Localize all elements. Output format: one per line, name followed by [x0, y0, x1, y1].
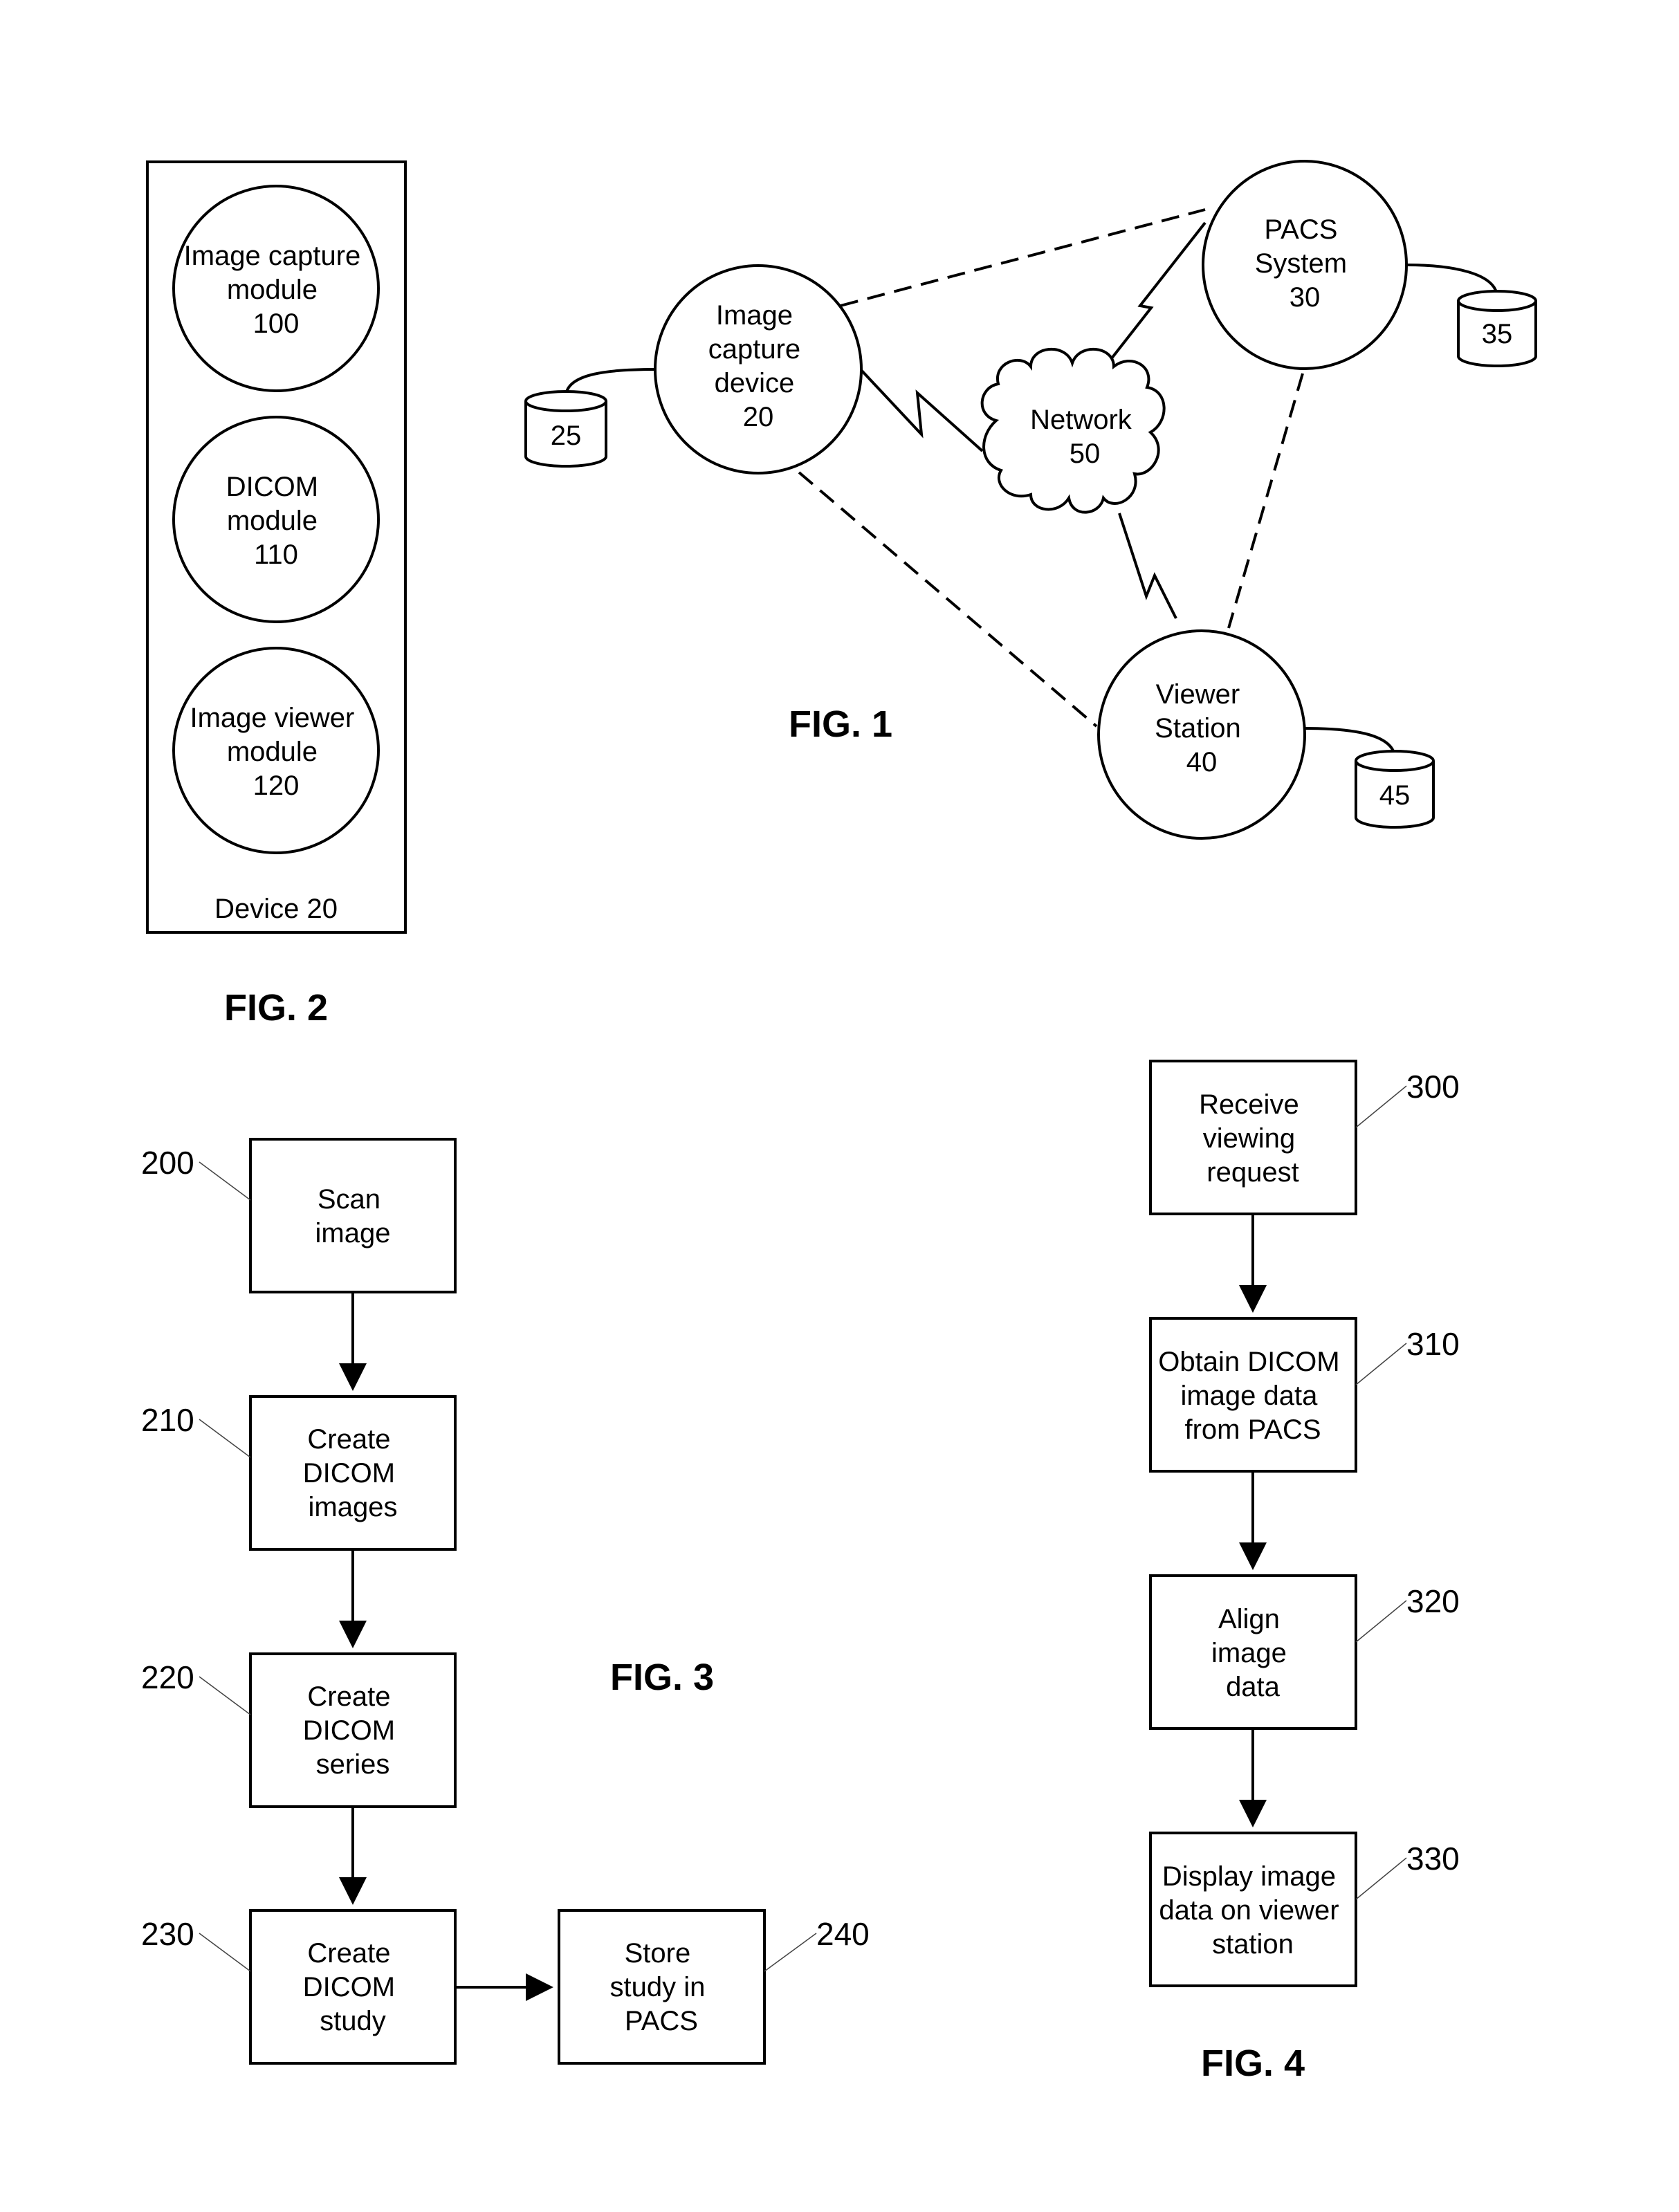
wireless-capture-network	[859, 367, 984, 452]
step-300-label: Receive viewing request	[1199, 1089, 1307, 1188]
wireless-network-pacs	[1108, 221, 1207, 363]
fig1-caption: FIG. 1	[789, 703, 892, 745]
wireless-network-viewer	[1118, 513, 1177, 619]
ref-310: 310	[1406, 1326, 1460, 1362]
fig2-caption: FIG. 2	[224, 987, 328, 1029]
step-240-label: Store study in PACS	[610, 1938, 713, 2036]
ref-210: 210	[141, 1402, 194, 1438]
step-310-label: Obtain DICOM image data from PACS	[1158, 1347, 1347, 1445]
fig4: Receive viewing request Obtain DICOM ima…	[1149, 1060, 1460, 2084]
database-45-label: 45	[1379, 780, 1411, 811]
patent-drawing-sheet: Image capture module 100 DICOM module 11…	[141, 160, 1537, 2084]
fig1: Network 50 Image capture device 20 PACS …	[524, 160, 1537, 840]
leader-310	[1355, 1343, 1407, 1385]
ref-320: 320	[1406, 1583, 1460, 1619]
link-pacs-viewer	[1227, 373, 1304, 629]
ref-230: 230	[141, 1916, 194, 1952]
leader-330	[1355, 1857, 1407, 1900]
leader-220	[199, 1676, 251, 1715]
fig4-caption: FIG. 4	[1201, 2043, 1305, 2084]
fig3: Scan image Create DICOM images Create DI…	[141, 1138, 870, 2065]
database-25-label: 25	[551, 421, 582, 451]
step-220-label: Create DICOM series	[303, 1681, 403, 1780]
ref-200: 200	[141, 1145, 194, 1181]
leader-230	[199, 1933, 251, 1972]
leader-200	[199, 1161, 251, 1201]
database-35-label: 35	[1482, 319, 1513, 349]
ref-240: 240	[816, 1916, 870, 1952]
leader-300	[1355, 1085, 1407, 1128]
ref-300: 300	[1406, 1069, 1460, 1105]
leader-320	[1355, 1600, 1407, 1643]
ref-220: 220	[141, 1659, 194, 1695]
step-200-box	[249, 1138, 457, 1293]
leader-210	[199, 1419, 251, 1458]
ref-330: 330	[1406, 1841, 1460, 1877]
step-210-label: Create DICOM images	[303, 1424, 403, 1522]
fig3-caption: FIG. 3	[610, 1657, 714, 1698]
leader-240	[764, 1933, 817, 1972]
fig2: Image capture module 100 DICOM module 11…	[146, 160, 407, 1029]
device-container-label: Device 20	[214, 894, 338, 924]
